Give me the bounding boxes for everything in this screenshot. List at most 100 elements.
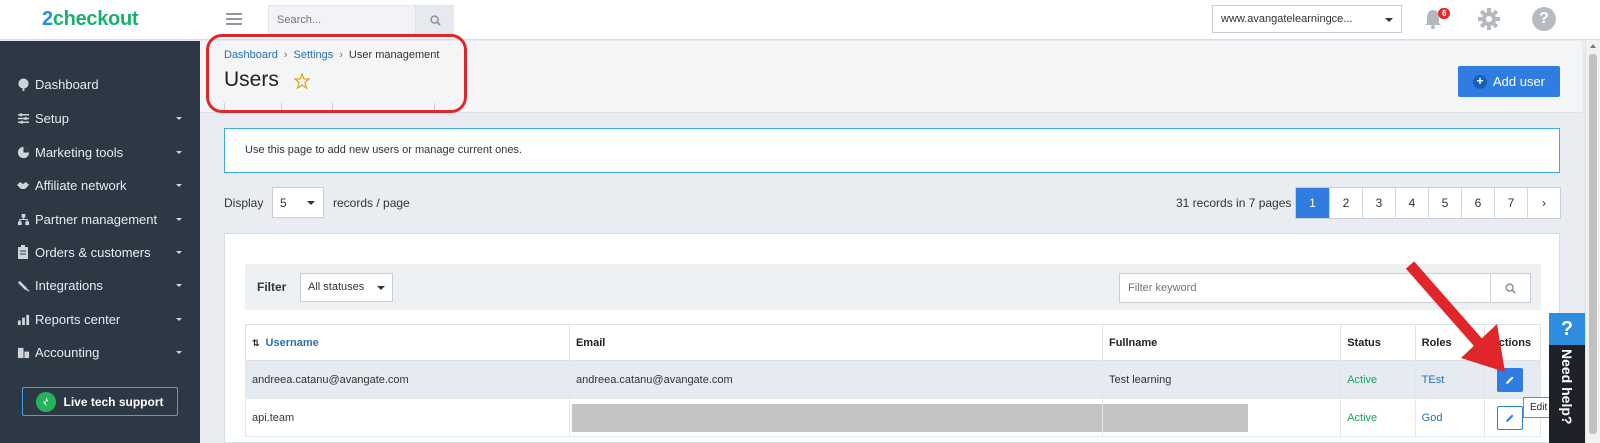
status-filter-select[interactable]: All statuses [300, 273, 393, 302]
sidebar-item-label: Affiliate network [35, 177, 127, 193]
sidebar-item-setup[interactable]: Setup [0, 103, 200, 133]
chevron-down-icon [307, 201, 315, 205]
sidebar-item-label: Dashboard [35, 76, 99, 92]
chevron-down-icon [176, 218, 182, 221]
notification-badge: 6 [1438, 8, 1451, 19]
sidebar-item-reports-center[interactable]: Reports center [0, 304, 200, 334]
pie-chart-icon [16, 145, 30, 159]
next-page-button[interactable]: › [1527, 188, 1560, 218]
plug-icon [16, 278, 30, 292]
pagination: 1 2 3 4 5 6 7 › [1295, 187, 1561, 219]
sidebar-item-marketing-tools[interactable]: Marketing tools [0, 137, 200, 167]
column-header-status: Status [1340, 324, 1416, 361]
users-card: Filter All statuses ⇅ Username Email Full… [224, 233, 1560, 443]
need-help-label: Need help? [1559, 349, 1575, 425]
page-button[interactable]: 4 [1395, 188, 1428, 218]
chevron-down-icon [176, 117, 182, 120]
live-tech-support-button[interactable]: Live tech support [22, 387, 178, 416]
page-button[interactable]: 5 [1428, 188, 1461, 218]
page-scrollbar[interactable] [1585, 40, 1600, 443]
sidebar-item-label: Partner management [35, 211, 158, 227]
page-button[interactable]: 3 [1362, 188, 1395, 218]
redaction-block [571, 403, 1102, 432]
sidebar-item-affiliate-network[interactable]: Affiliate network [0, 170, 200, 200]
search-icon [429, 14, 441, 26]
handshake-icon [16, 178, 30, 192]
display-label: Display [224, 196, 264, 210]
account-select[interactable]: www.avangatelearningce... [1212, 5, 1402, 33]
records-per-page-label: records / page [333, 196, 410, 210]
hamburger-menu-icon[interactable] [226, 13, 242, 25]
scroll-up-icon[interactable] [1590, 44, 1596, 48]
cell-fullname-redacted [1101, 398, 1342, 437]
gear-icon[interactable] [1477, 7, 1501, 31]
chevron-down-icon [176, 351, 182, 354]
records-per-page-select[interactable]: 5 [272, 187, 324, 218]
setup-icon [16, 111, 30, 125]
sidebar-item-label: Setup [35, 110, 69, 126]
page-button[interactable]: 2 [1329, 188, 1362, 218]
per-page-value: 5 [280, 196, 287, 210]
add-user-label: Add user [1492, 74, 1546, 89]
chevron-down-icon [377, 286, 385, 290]
annotation-highlight-box [206, 34, 467, 113]
chevron-down-icon [176, 151, 182, 154]
edit-button[interactable] [1496, 405, 1523, 430]
account-name: www.avangatelearningce... [1221, 13, 1353, 25]
chat-icon [36, 391, 57, 412]
sidebar-item-integrations[interactable]: Integrations [0, 270, 200, 300]
chevron-down-icon [176, 284, 182, 287]
bar-chart-icon [16, 312, 30, 326]
column-header-username[interactable]: ⇅ Username [245, 324, 570, 361]
sidebar: Dashboard Setup Marketing tools Affiliat… [0, 41, 200, 443]
page-button[interactable]: 6 [1461, 188, 1494, 218]
filter-bar: Filter All statuses [245, 264, 1541, 310]
plus-circle-icon: + [1472, 74, 1487, 89]
clipboard-icon [16, 245, 30, 259]
cell-email: andreea.catanu@avangate.com [568, 360, 1103, 399]
chevron-down-icon [176, 318, 182, 321]
add-user-button[interactable]: + Add user [1458, 66, 1560, 97]
brand-logo[interactable]: 2checkout [42, 8, 139, 31]
live-support-label: Live tech support [63, 394, 164, 409]
cell-status: Active [1340, 398, 1416, 437]
logo-prefix: 2 [42, 8, 53, 30]
sidebar-item-label: Accounting [35, 344, 100, 360]
status-filter-value: All statuses [308, 281, 365, 293]
sidebar-item-dashboard[interactable]: Dashboard [0, 69, 200, 99]
users-table: ⇅ Username Email Fullname Status Roles Ac… [245, 324, 1542, 437]
cell-fullname: Test learning [1101, 360, 1342, 399]
column-header-email: Email [568, 324, 1103, 361]
chevron-down-icon [176, 251, 182, 254]
need-help-tab[interactable]: ? Need help? [1549, 313, 1585, 443]
sidebar-item-accounting[interactable]: Accounting [0, 337, 200, 367]
annotation-arrow [1405, 261, 1505, 372]
global-search [268, 5, 454, 35]
page-button[interactable]: 1 [1296, 188, 1329, 218]
cell-status: Active [1340, 360, 1416, 399]
sidebar-item-partner-management[interactable]: Partner management [0, 204, 200, 234]
search-button[interactable] [415, 6, 454, 34]
accounting-icon [16, 345, 30, 359]
chevron-down-icon [176, 184, 182, 187]
scrollbar-thumb[interactable] [1589, 54, 1597, 434]
chevron-down-icon [1385, 18, 1393, 22]
records-count: 31 records in 7 pages [1176, 196, 1292, 210]
info-message: Use this page to add new users or manage… [224, 128, 1560, 173]
logo-rest: checkout [52, 8, 139, 30]
page-button[interactable]: 7 [1494, 188, 1527, 218]
search-input[interactable] [269, 6, 415, 34]
table-row: api.team Active God [245, 398, 1542, 437]
sidebar-item-orders-customers[interactable]: Orders & customers [0, 237, 200, 267]
filter-label: Filter [257, 280, 287, 294]
cell-username: api.team [245, 398, 570, 437]
sidebar-item-label: Marketing tools [35, 144, 124, 160]
pencil-icon [1505, 414, 1514, 422]
column-label: Username [265, 336, 319, 349]
help-icon[interactable]: ? [1532, 7, 1556, 31]
sidebar-item-label: Integrations [35, 277, 103, 293]
dashboard-icon [16, 77, 30, 91]
org-chart-icon [16, 212, 30, 226]
table-row: andreea.catanu@avangate.com andreea.cata… [245, 360, 1542, 399]
cell-role[interactable]: God [1414, 398, 1485, 437]
